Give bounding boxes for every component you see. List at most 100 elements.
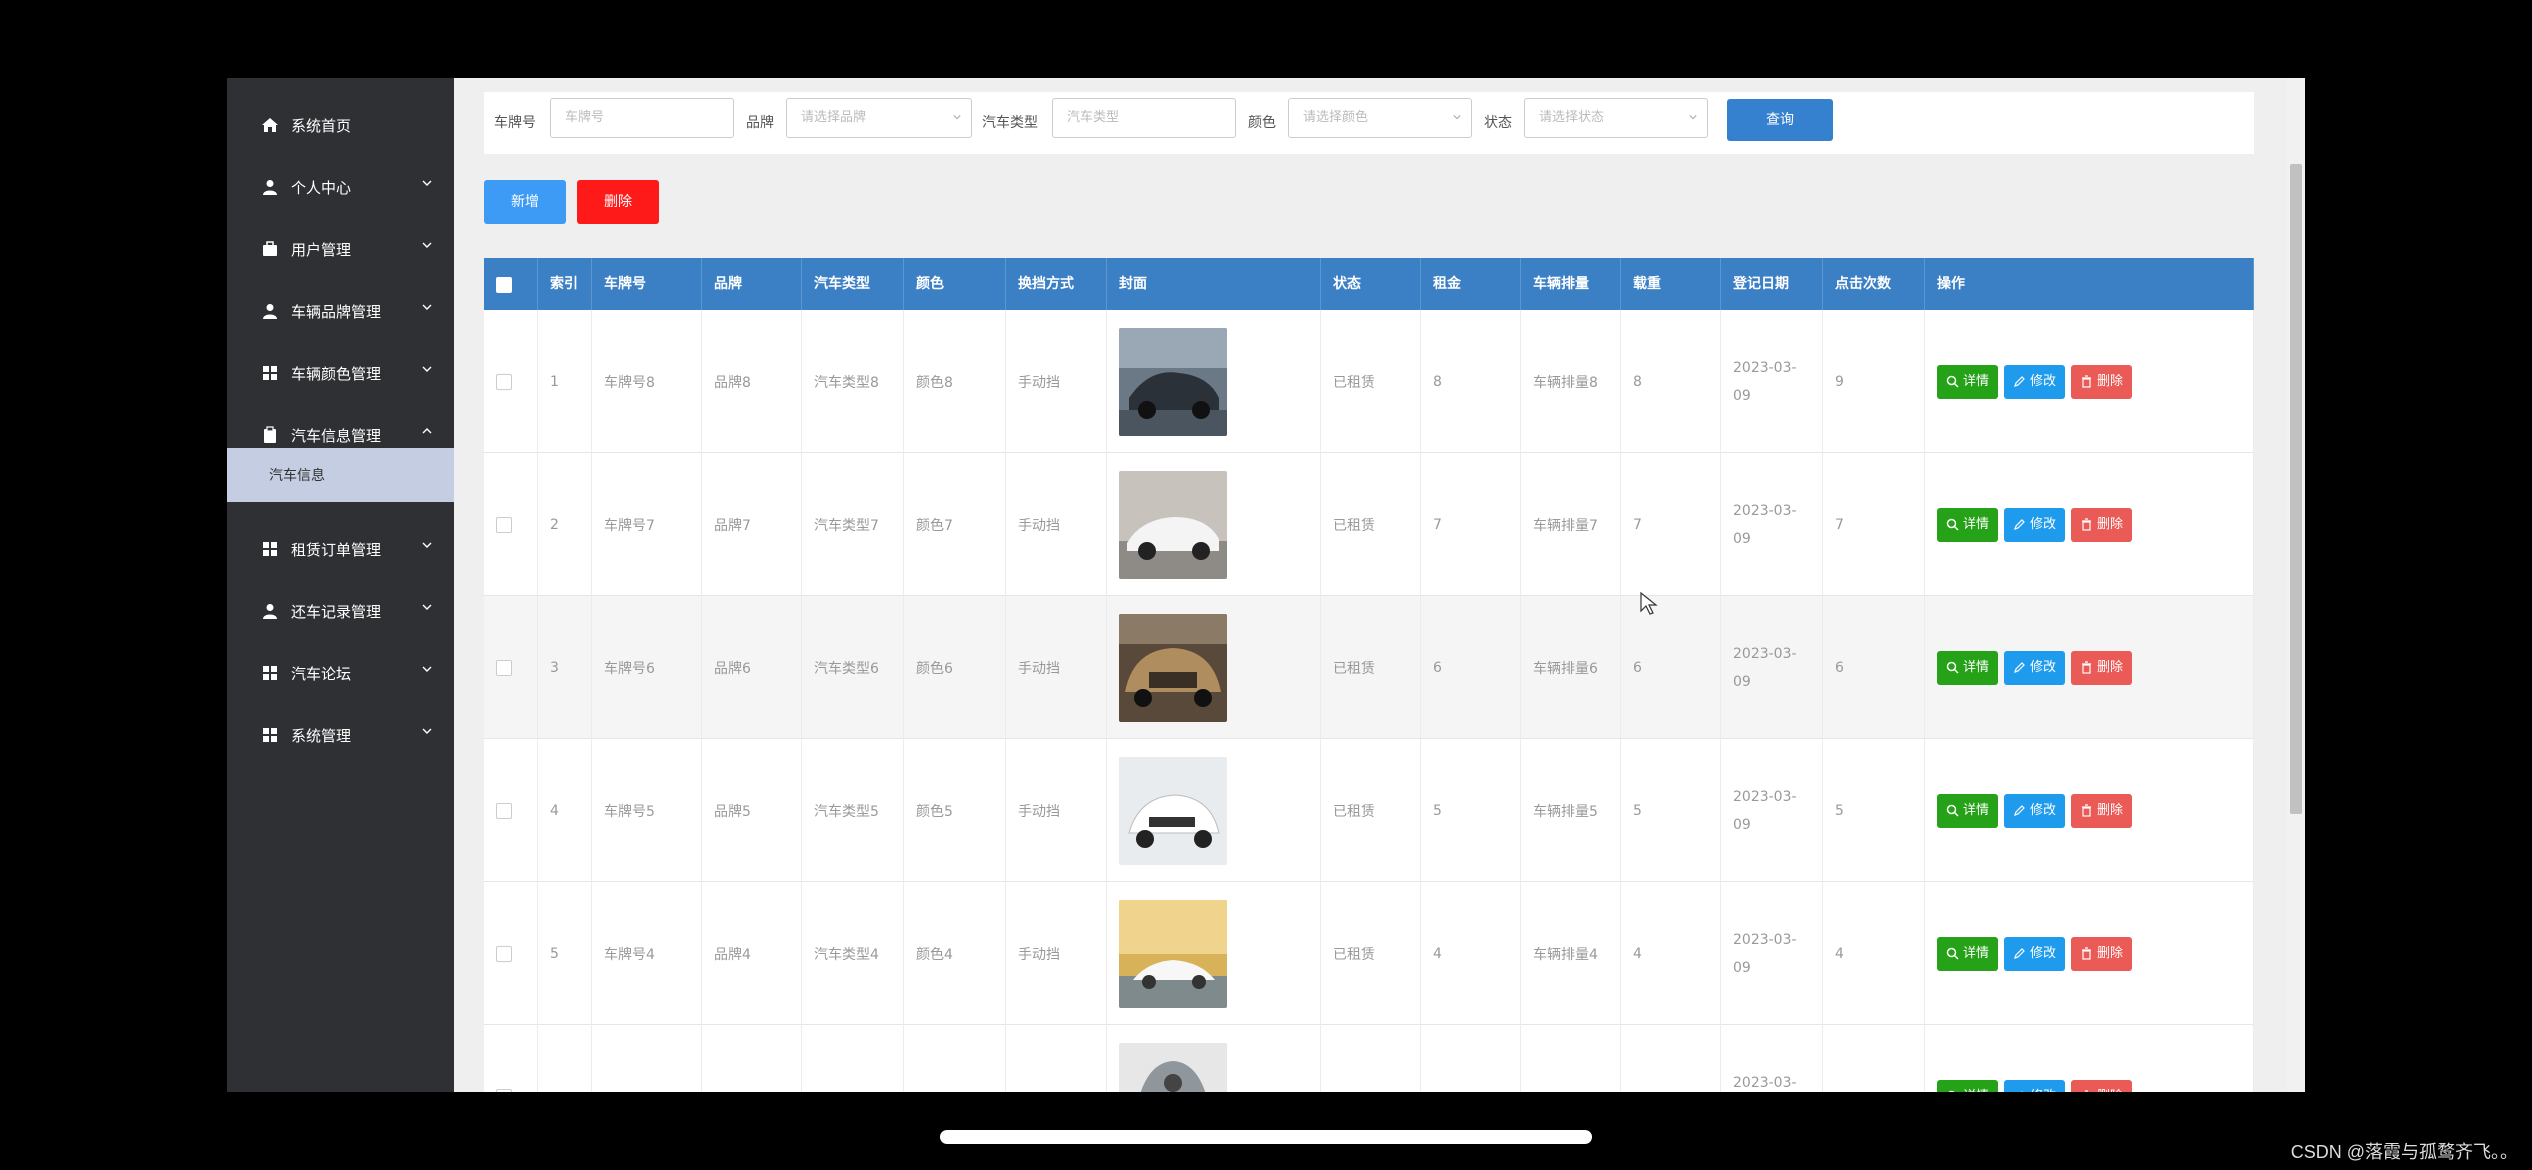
color-select-placeholder: 请选择颜色 [1303,110,1369,125]
sidebar-item-10[interactable]: 系统管理 [227,704,454,766]
cell-text: 汽车类型8 [814,374,879,391]
sidebar-subitem-car-info[interactable]: 汽车信息 [227,448,454,502]
edit-button[interactable]: 修改 [2004,936,2066,971]
cell-rent: 6 [1421,596,1521,739]
row-delete-button[interactable]: 删除 [2071,507,2133,542]
operations-cell: 详情 修改 删除 [1925,596,2254,739]
sidebar-item-1[interactable]: 系统首页 [227,94,454,156]
sidebar-item-7[interactable]: 租赁订单管理 [227,518,454,580]
cell-brand [702,1025,802,1092]
cell-text: 颜色6 [916,660,953,677]
edit-button[interactable]: 修改 [2004,1079,2066,1092]
cell-date: 2023-03-09 [1721,739,1823,882]
row-delete-button[interactable]: 删除 [2071,1079,2133,1093]
brand-select[interactable]: 请选择品牌 [786,98,972,138]
cell-text: 汽车类型6 [814,660,879,677]
row-checkbox[interactable] [496,945,512,962]
cell-text: 颜色7 [916,517,953,534]
cell-rent: 4 [1421,882,1521,1025]
sidebar-item-label: 汽车信息管理 [291,426,382,445]
chevron-down-icon [422,304,432,310]
cell-text: 汽车类型4 [814,946,879,963]
detail-button[interactable]: 详情 [1937,1079,1999,1092]
scroll-thumb[interactable] [2290,164,2302,814]
sidebar-item-3[interactable]: 用户管理 [227,218,454,280]
cell-load: 8 [1621,310,1721,453]
row-checkbox[interactable] [496,373,512,390]
clipboard-icon [261,426,279,444]
edit-button[interactable]: 修改 [2004,793,2066,828]
row-checkbox[interactable] [496,659,512,676]
row-checkbox[interactable] [496,802,512,819]
cell-clicks: 9 [1823,310,1925,453]
cell-gear: 手动挡 [1006,739,1107,882]
cell-plate: 车牌号7 [592,453,702,596]
cell-status: 已租赁 [1321,739,1421,882]
search-icon [1946,804,1959,817]
row-delete-button[interactable]: 删除 [2071,936,2133,971]
query-button[interactable]: 查询 [1727,99,1833,141]
column-header: 封面 [1107,258,1321,310]
cell-text: 品牌8 [714,374,751,391]
cell-index: 1 [538,310,592,453]
detail-button[interactable]: 详情 [1937,936,1999,971]
cell-type: 汽车类型5 [802,739,904,882]
sidebar-item-8[interactable]: 还车记录管理 [227,580,454,642]
scrollbar[interactable] [2287,78,2305,1092]
sidebar-item-5[interactable]: 车辆颜色管理 [227,342,454,404]
status-label: 状态 [1484,115,1512,131]
edit-icon [2014,948,2025,959]
sidebar-item-2[interactable]: 个人中心 [227,156,454,218]
cell-type: 汽车类型7 [802,453,904,596]
row-delete-button[interactable]: 删除 [2071,364,2133,399]
add-button[interactable]: 新增 [484,180,566,224]
button-label: 删除 [2097,1080,2123,1093]
edit-button[interactable]: 修改 [2004,650,2066,685]
cell-type: 汽车类型8 [802,310,904,453]
cell-text: 手动挡 [1018,374,1060,391]
cell-load: 4 [1621,882,1721,1025]
type-input[interactable]: 汽车类型 [1052,98,1236,138]
column-header: 点击次数 [1823,258,1925,310]
row-checkbox[interactable] [496,1088,512,1092]
cell-brand: 品牌7 [702,453,802,596]
cell-text: 车牌号8 [604,374,655,391]
edit-button[interactable]: 修改 [2004,507,2066,542]
detail-button[interactable]: 详情 [1937,364,1999,399]
cell-text: 6 [1835,659,1844,676]
chevron-up-icon [422,428,432,434]
column-header: 登记日期 [1721,258,1823,310]
car-cover-image [1119,756,1227,865]
chevron-down-icon [422,242,432,248]
cell-text: 车牌号5 [604,803,655,820]
plate-input[interactable]: 车牌号 [550,98,734,138]
cell-plate: 车牌号4 [592,882,702,1025]
row-checkbox[interactable] [496,516,512,533]
row-delete-button[interactable]: 删除 [2071,650,2133,685]
column-header: 索引 [538,258,592,310]
table-header: 索引 车牌号 品牌 汽车类型 颜色 换挡方式 封面 状态 租金 车辆排量 载重 登记日期 点击次数 操作 [484,258,2254,310]
color-select[interactable]: 请选择颜色 [1288,98,1472,138]
search-icon [1946,947,1959,960]
status-select[interactable]: 请选择状态 [1524,98,1708,138]
button-label: 修改 [2030,659,2057,675]
edit-button[interactable]: 修改 [2004,364,2066,399]
delete-button[interactable]: 删除 [577,180,659,224]
table-row: 2 车牌号7 品牌7 汽车类型7 颜色7 手动挡 已租赁 7 车辆排量7 7 2023-03-09 7… [484,453,2254,596]
cell-brand: 品牌8 [702,310,802,453]
detail-button[interactable]: 详情 [1937,507,1999,542]
cell-text: 颜色5 [916,803,953,820]
detail-button[interactable]: 详情 [1937,793,1999,828]
trash-icon [2085,1090,2089,1092]
operations-cell: 详情 修改 删除 [1925,1025,2254,1092]
sidebar-item-9[interactable]: 汽车论坛 [227,642,454,704]
car-table: 索引 车牌号 品牌 汽车类型 颜色 换挡方式 封面 状态 租金 车辆排量 载重 登记日期 点击次数 操作 … [484,258,2254,1092]
cell-color: 颜色5 [904,739,1006,882]
grid-icon [261,664,279,682]
select-all-checkbox[interactable] [496,277,512,293]
row-delete-button[interactable]: 删除 [2071,793,2133,828]
sidebar-item-4[interactable]: 车辆品牌管理 [227,280,454,342]
cell-text: 2023-03-09 [1733,502,1797,547]
edit-icon [2014,376,2025,387]
detail-button[interactable]: 详情 [1937,650,1999,685]
